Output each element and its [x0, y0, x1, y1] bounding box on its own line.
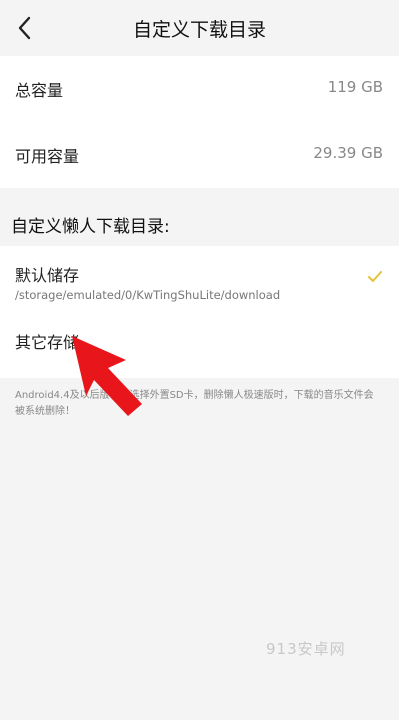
total-capacity-label: 总容量 [15, 81, 64, 100]
watermark: 913安卓网 [266, 640, 346, 658]
default-storage-path: /storage/emulated/0/KwTingShuLite/downlo… [15, 288, 281, 302]
capacity-card: 总容量 119 GB 可用容量 29.39 GB [0, 56, 399, 188]
page: 自定义下载目录 总容量 119 GB 可用容量 29.39 GB 自定义懒人下载… [0, 0, 399, 720]
default-storage-option[interactable]: 默认储存 /storage/emulated/0/KwTingShuLite/d… [0, 246, 399, 312]
available-capacity-row: 可用容量 29.39 GB [0, 122, 399, 188]
checkmark-icon [368, 271, 382, 282]
other-storage-option[interactable]: 其它存储 [0, 312, 399, 378]
total-capacity-value: 119 GB [327, 78, 383, 96]
storage-options-card: 默认储存 /storage/emulated/0/KwTingShuLite/d… [0, 246, 399, 378]
default-storage-label: 默认储存 [15, 266, 80, 285]
section-title: 自定义懒人下载目录: [11, 217, 170, 237]
page-title: 自定义下载目录 [132, 19, 266, 41]
total-capacity-row: 总容量 119 GB [0, 56, 399, 122]
header-bar: 自定义下载目录 [0, 0, 399, 56]
sd-card-warning-note: Android4.4及以后版本，选择外置SD卡，删除懒人极速版时，下载的音乐文件… [15, 390, 374, 417]
other-storage-label: 其它存储 [15, 333, 80, 352]
available-capacity-label: 可用容量 [15, 147, 80, 166]
available-capacity-value: 29.39 GB [313, 144, 383, 162]
